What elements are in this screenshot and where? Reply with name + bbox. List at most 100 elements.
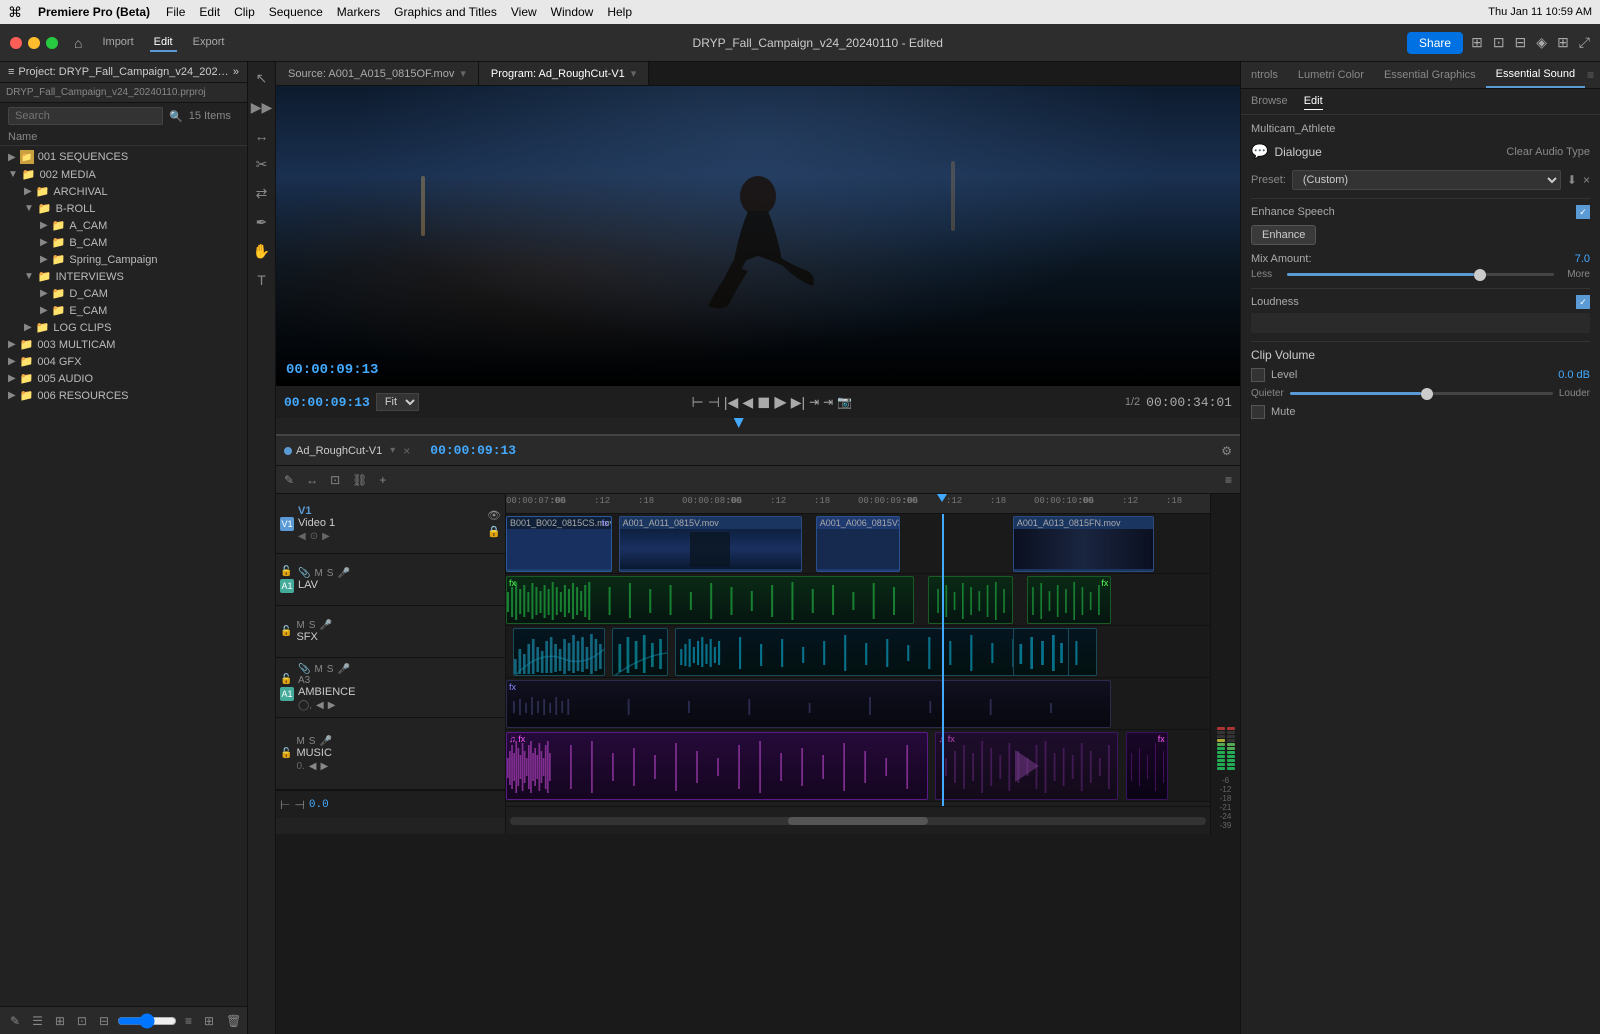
color-icon[interactable]: ◈ bbox=[1536, 34, 1547, 51]
go-to-in-btn[interactable]: |◀ bbox=[724, 394, 738, 411]
music-clip-1[interactable]: ♫ fx bbox=[506, 732, 928, 800]
menu-edit[interactable]: Edit bbox=[199, 5, 220, 19]
menu-clip[interactable]: Clip bbox=[234, 5, 255, 19]
share-button[interactable]: Share bbox=[1407, 32, 1463, 54]
overwrite-btn[interactable]: ⇥ bbox=[823, 395, 833, 409]
clear-audio-type-btn[interactable]: Clear Audio Type bbox=[1506, 146, 1590, 158]
panel-menu-btn[interactable]: ≡ bbox=[1587, 68, 1594, 82]
video-track-v1[interactable]: B001_B002_0815CS.mov [200%] fx A001_A011… bbox=[506, 514, 1210, 574]
timeline-timecode[interactable]: 00:00:09:13 bbox=[430, 443, 516, 458]
ambience-clip[interactable]: fx bbox=[506, 680, 1111, 728]
a1-toggle[interactable]: A1 bbox=[280, 579, 294, 593]
captions-icon[interactable]: ⊞ bbox=[1557, 34, 1569, 51]
add-marker-btn[interactable]: ✎ bbox=[280, 471, 298, 489]
tree-item-archival[interactable]: ▶ 📁 ARCHIVAL bbox=[0, 183, 247, 200]
level-value[interactable]: 0.0 dB bbox=[1558, 369, 1590, 381]
tree-item-spring[interactable]: ▶ 📁 Spring_Campaign bbox=[0, 251, 247, 268]
preset-save-icon[interactable]: ⬇ bbox=[1567, 173, 1577, 187]
source-tab-arrow[interactable]: ▾ bbox=[460, 67, 466, 80]
panel-expand-icon[interactable]: » bbox=[233, 66, 239, 78]
tab-controls[interactable]: ntrols bbox=[1241, 63, 1288, 87]
tree-item-bcam[interactable]: ▶ 📁 B_CAM bbox=[0, 234, 247, 251]
level-slider-thumb[interactable] bbox=[1421, 388, 1433, 400]
a1-m-btn[interactable]: M bbox=[314, 568, 322, 579]
lav-clip-2[interactable] bbox=[928, 576, 1012, 624]
stop-btn[interactable]: ◼ bbox=[757, 392, 770, 412]
go-to-start-btn[interactable]: ⊢ bbox=[280, 798, 290, 812]
a4-next-btn[interactable]: ▶ bbox=[321, 761, 329, 772]
step-forward-btn[interactable]: ▶| bbox=[791, 394, 805, 411]
a4-prev-btn[interactable]: ◀ bbox=[309, 761, 317, 772]
tree-item-multicam[interactable]: ▶ 📁 003 MULTICAM bbox=[0, 336, 247, 353]
v1-toggle[interactable]: V1 bbox=[280, 517, 294, 531]
tree-item-interviews[interactable]: ▼ 📁 INTERVIEWS bbox=[0, 268, 247, 285]
add-track-btn[interactable]: + bbox=[375, 471, 390, 489]
es-tab-edit[interactable]: Edit bbox=[1304, 93, 1323, 110]
video-clip-1[interactable]: B001_B002_0815CS.mov [200%] fx bbox=[506, 516, 612, 572]
a4-m-btn[interactable]: M bbox=[296, 736, 304, 747]
tree-item-gfx[interactable]: ▶ 📁 004 GFX bbox=[0, 353, 247, 370]
timeline-settings-btn[interactable]: ⚙ bbox=[1221, 444, 1232, 458]
sfx-clip-4[interactable] bbox=[1013, 628, 1069, 676]
fit-dropdown[interactable]: Fit bbox=[376, 393, 419, 411]
delete-btn[interactable]: 🗑 bbox=[222, 1012, 245, 1030]
selection-tool[interactable]: ↖ bbox=[252, 66, 272, 91]
text-tool[interactable]: T bbox=[253, 268, 270, 292]
es-tab-browse[interactable]: Browse bbox=[1251, 93, 1288, 110]
a3-prev-btn[interactable]: ◀ bbox=[316, 700, 324, 711]
close-button[interactable] bbox=[10, 37, 22, 49]
insert-btn[interactable]: ⇥ bbox=[809, 395, 819, 409]
a2-s-btn[interactable]: S bbox=[309, 620, 316, 631]
monitor-video-frame[interactable]: 00:00:09:13 bbox=[276, 86, 1240, 386]
video-clip-4[interactable]: A001_A013_0815FN.mov bbox=[1013, 516, 1154, 572]
tree-item-audio[interactable]: ▶ 📁 005 AUDIO bbox=[0, 370, 247, 387]
audio-track-sfx[interactable] bbox=[506, 626, 1210, 678]
video-clip-3[interactable]: A001_A006_0815V3.mov bbox=[816, 516, 900, 572]
tab-essential-sound[interactable]: Essential Sound bbox=[1486, 62, 1586, 88]
enhance-button[interactable]: Enhance bbox=[1251, 225, 1316, 245]
apple-menu[interactable]: ⌘ bbox=[8, 4, 22, 21]
play-btn[interactable]: ▶ bbox=[774, 392, 786, 412]
audio-track-ambience[interactable]: fx bbox=[506, 678, 1210, 730]
monitor-timeline-mini[interactable] bbox=[276, 418, 1240, 434]
audio-track-lav[interactable]: fx bbox=[506, 574, 1210, 626]
mark-in-btn[interactable]: ⊢ bbox=[692, 394, 704, 411]
mix-slider-track[interactable] bbox=[1287, 273, 1554, 276]
zoom-slider[interactable] bbox=[117, 1013, 177, 1029]
tab-essential-graphics[interactable]: Essential Graphics bbox=[1374, 63, 1486, 87]
panels-icon[interactable]: ⊟ bbox=[1515, 34, 1527, 51]
preset-delete-icon[interactable]: × bbox=[1583, 173, 1590, 187]
scrollbar-thumb[interactable] bbox=[788, 817, 927, 825]
razor-tool[interactable]: ✂ bbox=[252, 152, 272, 177]
workspaces-icon[interactable]: ⊞ bbox=[1471, 34, 1483, 51]
sort-btn[interactable]: ⊟ bbox=[95, 1012, 113, 1030]
a3-m-btn[interactable]: M bbox=[314, 664, 322, 675]
filter-btn[interactable]: ≡ bbox=[181, 1012, 196, 1030]
list-view-btn[interactable]: ☰ bbox=[28, 1012, 47, 1030]
linked-selection-btn[interactable]: ⛓ bbox=[348, 471, 371, 489]
export-icon[interactable]: ⊡ bbox=[1493, 34, 1505, 51]
nav-edit[interactable]: Edit bbox=[150, 34, 177, 52]
a2-lock-icon[interactable]: 🔓 bbox=[280, 626, 292, 637]
tab-text[interactable]: Text bbox=[1594, 63, 1600, 87]
nav-export[interactable]: Export bbox=[189, 34, 229, 52]
slip-tool[interactable]: ⇄ bbox=[252, 181, 272, 206]
menu-window[interactable]: Window bbox=[551, 5, 594, 19]
a3-toggle[interactable]: A1 bbox=[280, 687, 294, 701]
tree-item-acam[interactable]: ▶ 📁 A_CAM bbox=[0, 217, 247, 234]
program-tab-arrow[interactable]: ▾ bbox=[631, 67, 637, 80]
v1-eye-icon[interactable]: 👁 bbox=[487, 509, 501, 522]
enhance-speech-checkbox[interactable] bbox=[1576, 205, 1590, 219]
music-clip-2[interactable]: ♫ fx bbox=[935, 732, 1118, 800]
music-clip-3[interactable]: fx bbox=[1126, 732, 1168, 800]
panel-menu-icon[interactable]: ≡ bbox=[8, 66, 14, 78]
project-search-input[interactable] bbox=[8, 107, 163, 125]
a1-mic-icon[interactable]: 🎤 bbox=[337, 568, 349, 579]
settings-btn[interactable]: ≡ bbox=[1221, 471, 1236, 489]
tree-item-logclips[interactable]: ▶ 📁 LOG CLIPS bbox=[0, 319, 247, 336]
source-monitor-tab[interactable]: Source: A001_A015_0815OF.mov ▾ bbox=[276, 62, 479, 85]
level-checkbox[interactable] bbox=[1251, 368, 1265, 382]
lav-clip-1[interactable]: fx bbox=[506, 576, 914, 624]
sfx-clip-2[interactable] bbox=[612, 628, 668, 676]
v1-lock-icon[interactable]: 🔒 bbox=[487, 525, 501, 538]
